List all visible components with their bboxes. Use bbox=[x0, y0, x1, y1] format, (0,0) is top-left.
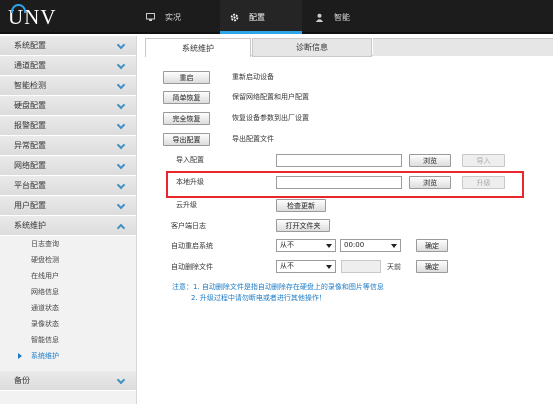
auto-delete-label: 自动删除文件 bbox=[171, 263, 213, 271]
menu-disk-config[interactable]: 硬盘配置 bbox=[0, 96, 136, 116]
tab-diagnostics[interactable]: 诊断信息 bbox=[252, 38, 372, 57]
monitor-icon bbox=[146, 13, 155, 21]
gear-icon bbox=[230, 13, 239, 22]
chevron-down-icon bbox=[116, 160, 126, 170]
menu-system-maintenance[interactable]: 系统维护 bbox=[0, 216, 136, 236]
export-config-button[interactable]: 导出配置 bbox=[163, 133, 210, 146]
auto-reboot-label: 自动重启系统 bbox=[171, 242, 213, 250]
sub-record-status[interactable]: 录像状态 bbox=[0, 316, 136, 332]
upgrade-path-field[interactable] bbox=[276, 176, 402, 189]
dropdown-arrow-icon bbox=[326, 265, 332, 269]
chevron-down-icon bbox=[116, 375, 126, 385]
menu-user-config[interactable]: 用户配置 bbox=[0, 196, 136, 216]
sub-system-maintenance[interactable]: 系统维护 bbox=[0, 348, 136, 364]
full-restore-button[interactable]: 完全恢复 bbox=[163, 112, 210, 125]
delete-confirm-button[interactable]: 确定 bbox=[416, 260, 448, 273]
import-browse-button[interactable]: 浏览 bbox=[409, 154, 451, 167]
chevron-down-icon bbox=[116, 60, 126, 70]
upgrade-browse-button[interactable]: 浏览 bbox=[409, 176, 451, 189]
menu-channel-config[interactable]: 通道配置 bbox=[0, 56, 136, 76]
simple-restore-desc: 保留网络配置和用户配置 bbox=[232, 93, 309, 101]
sub-network-info[interactable]: 网络信息 bbox=[0, 284, 136, 300]
menu-exception-config[interactable]: 异常配置 bbox=[0, 136, 136, 156]
menu-backup[interactable]: 备份 bbox=[0, 371, 136, 391]
nav-smart-label: 智能 bbox=[334, 12, 350, 22]
person-icon bbox=[315, 13, 324, 22]
full-restore-desc: 恢复设备参数到出厂设置 bbox=[232, 114, 309, 122]
note-line-2: 2. 升级过程中请勿断电或者进行其他操作！ bbox=[191, 294, 326, 302]
chevron-down-icon bbox=[116, 120, 126, 130]
delete-days-field[interactable] bbox=[341, 260, 381, 273]
upgrade-button[interactable]: 升级 bbox=[462, 176, 505, 189]
client-log-label: 客户端日志 bbox=[171, 222, 206, 230]
nav-smart[interactable]: 智能 bbox=[305, 0, 385, 34]
sidebar: 系统配置 通道配置 智能检测 硬盘配置 报警配置 异常配置 网络配置 平台配置 … bbox=[0, 36, 137, 404]
chevron-down-icon bbox=[116, 40, 126, 50]
reboot-confirm-button[interactable]: 确定 bbox=[416, 239, 448, 252]
nav-live-label: 实况 bbox=[165, 12, 181, 22]
menu-network-config[interactable]: 网络配置 bbox=[0, 156, 136, 176]
simple-restore-button[interactable]: 简单恢复 bbox=[163, 91, 210, 104]
chevron-down-icon bbox=[116, 80, 126, 90]
export-config-desc: 导出配置文件 bbox=[232, 135, 274, 143]
reboot-frequency-select[interactable]: 从不 bbox=[276, 239, 336, 252]
tab-system-maintenance[interactable]: 系统维护 bbox=[145, 38, 251, 57]
tab-bar: 系统维护 诊断信息 bbox=[145, 36, 553, 57]
chevron-down-icon bbox=[116, 200, 126, 210]
check-update-button[interactable]: 检查更新 bbox=[276, 199, 326, 212]
menu-smart-detect[interactable]: 智能检测 bbox=[0, 76, 136, 96]
chevron-up-icon bbox=[116, 223, 126, 233]
menu-platform-config[interactable]: 平台配置 bbox=[0, 176, 136, 196]
sub-disk-check[interactable]: 硬盘检测 bbox=[0, 252, 136, 268]
brand-logo: UNV bbox=[8, 4, 57, 29]
sub-log-query[interactable]: 日志查询 bbox=[0, 236, 136, 252]
dropdown-arrow-icon bbox=[391, 244, 397, 248]
top-bar: UNV 实况 配置 智能 bbox=[0, 0, 553, 34]
nav-config-label: 配置 bbox=[249, 12, 265, 22]
reboot-button[interactable]: 重启 bbox=[163, 71, 210, 84]
sub-channel-status[interactable]: 通道状态 bbox=[0, 300, 136, 316]
cloud-upgrade-label: 云升级 bbox=[176, 201, 197, 209]
nav-config[interactable]: 配置 bbox=[220, 0, 302, 34]
tab-bar-filler bbox=[373, 38, 553, 56]
days-ago-label: 天前 bbox=[387, 263, 401, 271]
chevron-down-icon bbox=[116, 180, 126, 190]
local-upgrade-label: 本地升级 bbox=[176, 178, 204, 186]
sub-online-users[interactable]: 在线用户 bbox=[0, 268, 136, 284]
menu-alarm-config[interactable]: 报警配置 bbox=[0, 116, 136, 136]
reboot-desc: 重新启动设备 bbox=[232, 73, 274, 81]
reboot-time-select[interactable]: 00:00 bbox=[340, 239, 401, 252]
caret-right-icon bbox=[18, 353, 22, 359]
delete-frequency-select[interactable]: 从不 bbox=[276, 260, 336, 273]
menu-system-config[interactable]: 系统配置 bbox=[0, 36, 136, 56]
import-path-field[interactable] bbox=[276, 154, 402, 167]
open-folder-button[interactable]: 打开文件夹 bbox=[276, 219, 330, 232]
import-config-label: 导入配置 bbox=[176, 156, 204, 164]
chevron-down-icon bbox=[116, 100, 126, 110]
note-line-1: 注意：1. 自动删除文件是指自动删除存在硬盘上的录像和图片等信息 bbox=[172, 283, 384, 291]
chevron-down-icon bbox=[116, 140, 126, 150]
import-button[interactable]: 导入 bbox=[462, 154, 505, 167]
dropdown-arrow-icon bbox=[326, 244, 332, 248]
nav-live[interactable]: 实况 bbox=[138, 0, 218, 34]
sub-smart-info[interactable]: 智能信息 bbox=[0, 332, 136, 348]
